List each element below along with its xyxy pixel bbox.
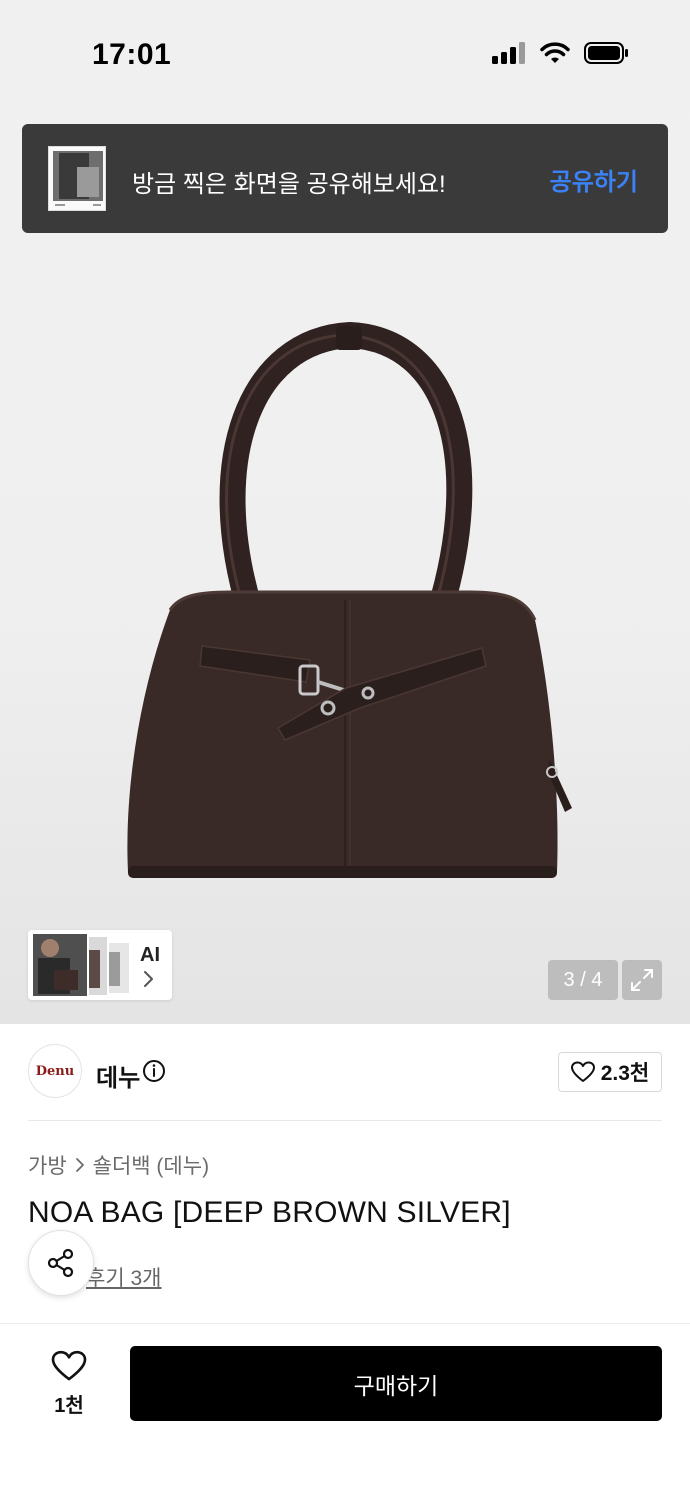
brand-row: Denu 데누 2.3천	[28, 1044, 662, 1100]
brand-logo[interactable]: Denu	[28, 1044, 82, 1098]
product-like-count: 1천	[54, 1395, 84, 1417]
breadcrumb-category[interactable]: 가방	[28, 1150, 67, 1180]
status-time: 17:01	[92, 38, 172, 71]
status-icons	[492, 42, 630, 64]
breadcrumb: 가방 숄더백 (데누)	[28, 1150, 209, 1180]
battery-icon	[584, 42, 628, 64]
wifi-icon	[540, 42, 570, 63]
ai-label: AI	[140, 944, 160, 966]
ai-coordination-thumbnails[interactable]: AI	[28, 930, 172, 1000]
toast-message: 방금 찍은 화면을 공유해보세요!	[132, 171, 446, 198]
share-icon	[47, 1248, 74, 1278]
share-screenshot-toast: 방금 찍은 화면을 공유해보세요! 공유하기	[22, 124, 668, 233]
breadcrumb-subcategory[interactable]: 숄더백 (데누)	[93, 1150, 209, 1180]
bottom-bar-divider	[0, 1323, 690, 1324]
info-icon[interactable]	[142, 1059, 166, 1083]
share-floating-button[interactable]	[28, 1230, 94, 1296]
review-link[interactable]: 후기 3개	[86, 1262, 161, 1292]
heart-icon	[51, 1350, 87, 1381]
brand-like-button[interactable]: 2.3천	[558, 1052, 662, 1092]
buy-button[interactable]: 구매하기	[130, 1346, 662, 1421]
expand-icon	[631, 969, 653, 991]
heart-icon	[570, 1061, 595, 1082]
share-button[interactable]: 공유하기	[550, 162, 638, 197]
signal-icon	[492, 42, 525, 64]
expand-image-button[interactable]	[622, 960, 662, 1000]
brand-name[interactable]: 데누	[96, 1058, 140, 1093]
brand-like-count: 2.3천	[600, 1062, 650, 1085]
status-bar: 17:01	[0, 0, 690, 110]
chevron-right-icon	[75, 1158, 84, 1172]
chevron-right-icon	[144, 971, 153, 987]
image-page-indicator: 3 / 4	[548, 960, 618, 1000]
product-title: NOA BAG [DEEP BROWN SILVER]	[28, 1196, 511, 1229]
screenshot-thumbnail[interactable]	[48, 146, 106, 211]
product-photo[interactable]	[110, 310, 590, 900]
brand-logo-text: Denu	[35, 1063, 75, 1079]
product-like-button[interactable]: 1천	[40, 1350, 98, 1418]
divider	[28, 1120, 662, 1121]
